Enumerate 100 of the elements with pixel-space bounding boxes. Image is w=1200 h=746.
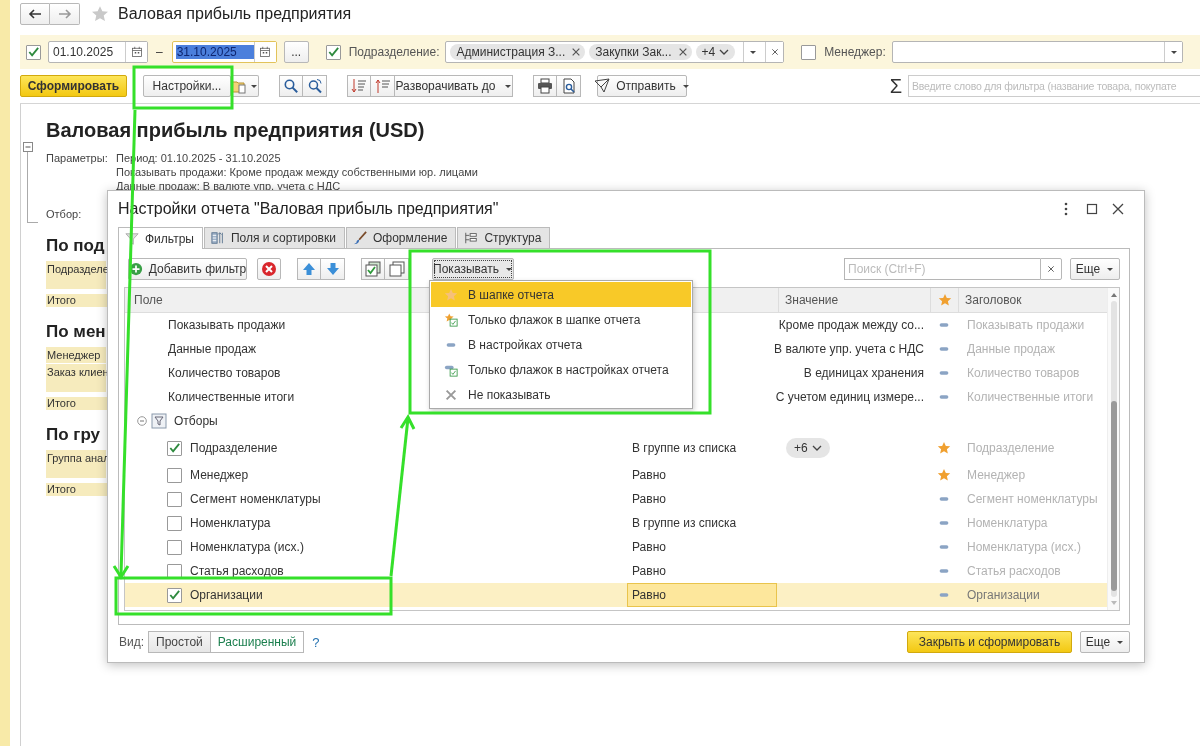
menu-item[interactable]: Только флажок в шапке отчета [431,307,691,332]
dropdown-button[interactable] [1164,42,1182,62]
view-label: Вид: [119,635,145,649]
move-down-button[interactable] [321,258,345,280]
uncheck-all-button[interactable] [385,258,409,280]
checkbox[interactable] [26,44,41,60]
total-cell: Итого [46,397,107,410]
sort-icon [351,78,367,94]
generate-button[interactable]: Сформировать [20,75,127,97]
section-heading: По мен [46,321,106,343]
tab[interactable]: Оформление [345,227,457,248]
printer-icon [537,78,553,94]
more-chip[interactable]: +4 [695,44,736,60]
period-button[interactable]: ... [283,41,309,63]
calendar-icon [259,46,272,58]
manager-field[interactable] [891,41,1183,63]
column-header: Поле [134,293,163,307]
tab[interactable]: Поля и сортировки [203,227,345,248]
calendar-button[interactable] [253,42,276,62]
outline-bracket [27,152,38,223]
view-mode-button[interactable]: Простой [148,631,211,653]
checkbox[interactable] [167,515,182,531]
favorite-star-icon[interactable] [91,5,109,23]
clear-button[interactable] [765,42,784,62]
more-chip[interactable]: +6 [786,438,830,458]
clear-button[interactable] [1040,258,1062,280]
settings-button[interactable]: Настройки... [143,75,231,97]
tab[interactable]: Фильтры [118,227,203,249]
checkbox[interactable] [325,44,341,60]
table-cell: Отборы [174,414,218,428]
tag[interactable]: Администрация З... [450,44,586,60]
collapse-icon[interactable] [137,416,147,426]
caret-icon [250,83,258,89]
caret-icon [1116,639,1125,645]
up-arrow-icon [301,261,317,277]
sum-button[interactable]: Σ [886,75,906,97]
expand-button[interactable]: Разворачивать до [395,75,513,97]
menu-item[interactable]: В настройках отчета [431,332,691,357]
window-title: Валовая прибыль предприятия [118,5,352,23]
calendar-button[interactable] [125,42,147,62]
check-all-button[interactable] [361,258,385,280]
close-and-generate-button[interactable]: Закрыть и сформировать [907,631,1072,653]
sort-button[interactable] [347,75,371,97]
field-label: Подразделение: [348,45,440,59]
selected-row[interactable]: Организации Равно Организации [125,583,1107,607]
checkbox[interactable] [801,44,817,60]
back-button[interactable] [20,3,50,25]
cross-icon [444,387,458,402]
close-icon [1110,201,1126,217]
date-field[interactable]: 31.10.2025 [171,41,277,63]
scrollbar[interactable] [1107,288,1119,610]
checkbox[interactable] [167,587,182,603]
preview-button[interactable] [557,75,581,97]
table-cell: Показывать продажи [168,318,286,332]
date-field[interactable]: 01.10.2025 [48,41,148,63]
scroll-thumb[interactable] [1110,401,1117,591]
table-cell: В валюте упр. учета с НДС [774,342,924,356]
checkbox[interactable] [167,440,182,456]
star-checkbox-icon [444,312,458,327]
delete-icon [261,261,277,277]
remove-icon[interactable] [677,47,688,57]
filter-group-icon [151,413,167,429]
more-button[interactable]: Еще [1070,258,1120,280]
filter-icon [125,231,139,246]
field-label: Менеджер: [824,45,886,59]
delete-button[interactable] [257,258,281,280]
section-heading: По под [46,235,105,257]
remove-icon[interactable] [571,47,582,57]
collapse-icon[interactable] [23,142,33,152]
search-field[interactable]: Поиск (Ctrl+F) [844,258,1040,280]
print-button[interactable] [533,75,557,97]
down-arrow-icon [324,261,341,277]
sort-button[interactable] [371,75,395,97]
show-dropdown-button[interactable]: Показывать [432,258,514,280]
caret-icon [1169,49,1178,55]
menu-item[interactable]: В шапке отчета [431,282,691,307]
scroll-up-icon[interactable] [1109,291,1118,299]
menu-item[interactable]: Не показывать [431,382,691,407]
menu-item[interactable]: Только флажок в настройках отчета [431,357,691,382]
table-cell: Номенклатура [190,516,271,530]
checkbox[interactable] [167,467,182,483]
search-field[interactable]: Введите слово для фильтра (название товара, покупате [908,75,1200,97]
tag[interactable]: Закупки Зак... [589,44,692,60]
checkbox[interactable] [167,491,182,507]
add-filter-button[interactable]: Добавить фильтр [128,258,247,280]
help-link[interactable]: ? [312,634,320,650]
tag-field[interactable]: Администрация З... Закупки Зак... +4 [445,41,785,63]
table-cell-text: В группе из списка [632,440,737,457]
table-cell: Кроме продаж между со... [778,318,924,332]
send-button[interactable]: Отправить [597,75,687,97]
table-cell: Номенклатура (исх.) [967,540,1081,554]
checkbox[interactable] [167,539,182,555]
scroll-down-icon[interactable] [1109,599,1118,607]
tab[interactable]: Структура [457,227,551,248]
search-refresh-button[interactable] [303,75,327,97]
search-button[interactable] [279,75,303,97]
view-mode-button[interactable]: Расширенный [210,631,305,653]
search-refresh-icon [306,78,323,94]
more-button[interactable]: Еще [1080,631,1130,653]
move-up-button[interactable] [297,258,321,280]
